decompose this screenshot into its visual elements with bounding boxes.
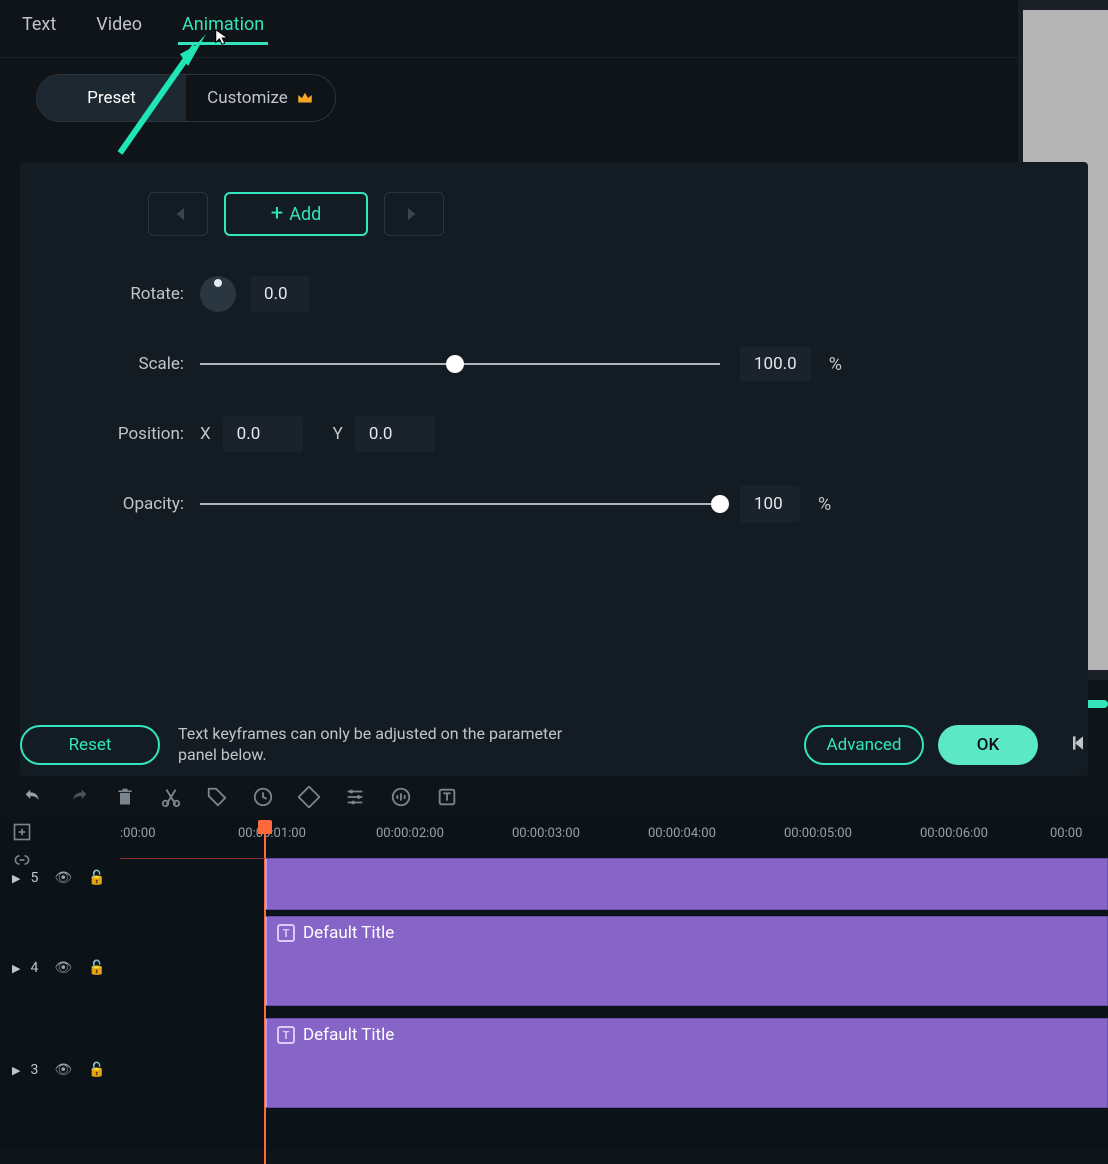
ruler-mark: 00:00:03:00 xyxy=(512,826,580,841)
text-template-icon[interactable] xyxy=(436,786,458,808)
scale-value[interactable]: 100.0 xyxy=(740,346,811,382)
text-clip-icon: T xyxy=(277,1026,295,1044)
rotate-knob[interactable] xyxy=(200,276,236,312)
eye-icon[interactable]: 👁 xyxy=(54,960,72,976)
scale-row: Scale: 100.0 % xyxy=(20,346,1088,382)
add-keyframe-button[interactable]: + Add xyxy=(224,192,368,236)
position-x-value[interactable]: 0.0 xyxy=(223,416,303,452)
ruler-mark: 00:00:05:00 xyxy=(784,826,852,841)
rotate-label: Rotate: xyxy=(60,284,200,304)
crop-icon[interactable] xyxy=(298,786,320,808)
position-y-value[interactable]: 0.0 xyxy=(355,416,435,452)
subtab-customize[interactable]: Customize xyxy=(186,75,335,121)
timeline-clip[interactable] xyxy=(265,858,1108,910)
track-play-icon[interactable]: ▶ xyxy=(12,962,20,975)
text-clip-icon: T xyxy=(277,924,295,942)
scale-label: Scale: xyxy=(60,354,200,374)
clip-label: T Default Title xyxy=(277,1025,394,1045)
reset-button[interactable]: Reset xyxy=(20,725,160,765)
add-button-label: Add xyxy=(289,204,321,225)
sub-toggle: Preset Customize xyxy=(36,74,336,122)
eye-icon[interactable]: 👁 xyxy=(54,870,72,886)
track-number: 3 xyxy=(30,1062,38,1078)
eye-icon[interactable]: 👁 xyxy=(54,1062,72,1078)
track-play-icon[interactable]: ▶ xyxy=(12,1064,20,1077)
tag-icon[interactable] xyxy=(206,786,228,808)
timeline-clip[interactable]: T Default Title xyxy=(265,916,1108,1006)
subtab-customize-label: Customize xyxy=(207,88,288,108)
scale-slider-thumb[interactable] xyxy=(446,355,464,373)
speed-icon[interactable] xyxy=(252,786,274,808)
next-keyframe-icon xyxy=(405,205,423,223)
ruler-mark: 00:00:02:00 xyxy=(376,826,444,841)
ruler-mark: 00:00:04:00 xyxy=(648,826,716,841)
y-label: Y xyxy=(333,424,343,444)
adjust-icon[interactable] xyxy=(344,786,366,808)
lock-icon[interactable]: 🔓 xyxy=(88,960,105,976)
clip-label: T Default Title xyxy=(277,923,394,943)
opacity-value[interactable]: 100 xyxy=(740,486,800,522)
next-keyframe-button[interactable] xyxy=(384,192,444,236)
lock-icon[interactable]: 🔓 xyxy=(88,1062,105,1078)
track-header-4: ▶ 4 👁 🔓 xyxy=(0,948,120,988)
ruler-mark: 00:00 xyxy=(1050,826,1082,841)
prev-keyframe-button[interactable] xyxy=(148,192,208,236)
track-header-5: ▶ 5 👁 🔓 xyxy=(0,858,120,898)
track-play-icon[interactable]: ▶ xyxy=(12,872,20,885)
scale-slider[interactable] xyxy=(200,363,720,365)
timeline: :00:00 00:00:01:00 00:00:02:00 00:00:03:… xyxy=(0,818,1108,1148)
advanced-button[interactable]: Advanced xyxy=(804,725,924,765)
delete-icon[interactable] xyxy=(114,786,136,808)
plus-icon: + xyxy=(271,203,283,225)
cut-icon[interactable] xyxy=(160,786,182,808)
tab-animation[interactable]: Animation xyxy=(182,14,264,43)
top-tabs: Text Video Animation xyxy=(0,0,1108,58)
undo-icon[interactable] xyxy=(22,786,44,808)
tab-text[interactable]: Text xyxy=(22,14,56,43)
position-row: Position: X 0.0 Y 0.0 xyxy=(20,416,1088,452)
clip-title: Default Title xyxy=(303,923,394,943)
x-label: X xyxy=(200,424,211,444)
timeline-toolbar xyxy=(0,778,458,816)
opacity-slider[interactable] xyxy=(200,503,720,505)
ok-button[interactable]: OK xyxy=(938,725,1038,765)
prev-keyframe-icon xyxy=(169,205,187,223)
clip-title: Default Title xyxy=(303,1025,394,1045)
playhead[interactable] xyxy=(258,820,272,834)
subtab-preset[interactable]: Preset xyxy=(37,75,186,121)
position-label: Position: xyxy=(60,424,200,444)
scale-unit: % xyxy=(829,354,842,375)
opacity-unit: % xyxy=(818,494,831,515)
track-header-3: ▶ 3 👁 🔓 xyxy=(0,1050,120,1090)
timeline-clip[interactable]: T Default Title xyxy=(265,1018,1108,1108)
properties-panel: + Add Rotate: 0.0 Scale: 100.0 % Positio… xyxy=(20,162,1088,776)
audio-icon[interactable] xyxy=(390,786,412,808)
opacity-label: Opacity: xyxy=(60,494,200,514)
ruler-mark: :00:00 xyxy=(120,826,156,841)
opacity-slider-thumb[interactable] xyxy=(711,495,729,513)
track-number: 4 xyxy=(30,960,38,976)
redo-icon[interactable] xyxy=(68,786,90,808)
rotate-row: Rotate: 0.0 xyxy=(20,276,1088,312)
lock-icon[interactable]: 🔓 xyxy=(88,870,105,886)
step-back-icon[interactable] xyxy=(1068,733,1088,758)
hint-text: Text keyframes can only be adjusted on t… xyxy=(178,724,598,766)
crown-icon xyxy=(296,89,314,107)
rotate-value[interactable]: 0.0 xyxy=(250,276,310,312)
ruler-mark: 00:00:06:00 xyxy=(920,826,988,841)
tab-video[interactable]: Video xyxy=(96,14,142,43)
track-number: 5 xyxy=(30,870,38,886)
add-track-icon[interactable] xyxy=(12,822,34,844)
opacity-row: Opacity: 100 % xyxy=(20,486,1088,522)
keyframe-controls: + Add xyxy=(20,192,1088,236)
action-bar: Reset Text keyframes can only be adjuste… xyxy=(0,716,1108,774)
